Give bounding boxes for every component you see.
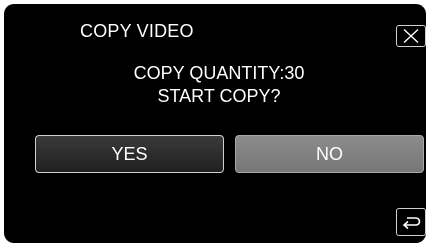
back-button[interactable] (396, 208, 426, 236)
copy-quantity-text: COPY QUANTITY:30 (133, 63, 305, 83)
close-button[interactable] (396, 25, 426, 47)
return-arrow-icon (402, 217, 421, 230)
copy-video-dialog: COPY VIDEO COPY QUANTITY:30 START COPY? … (4, 4, 426, 243)
yes-button[interactable]: YES (35, 135, 224, 173)
start-copy-question: START COPY? (157, 86, 281, 106)
yes-button-label: YES (111, 143, 148, 164)
close-icon (403, 28, 419, 44)
confirmation-message: COPY QUANTITY:30 START COPY? (4, 62, 426, 108)
no-button-label: NO (316, 143, 343, 164)
no-button[interactable]: NO (235, 135, 424, 173)
dialog-title: COPY VIDEO (80, 21, 194, 41)
